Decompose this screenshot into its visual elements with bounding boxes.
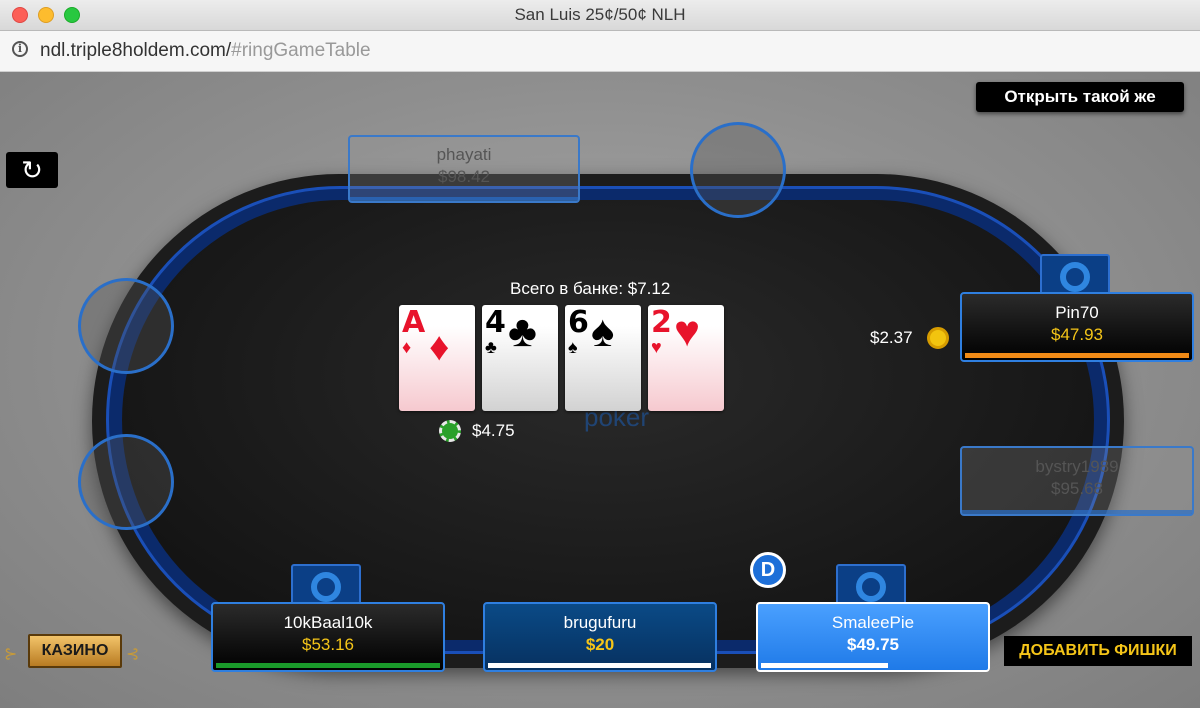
diamond-icon: ♦ — [429, 325, 450, 369]
refresh-icon[interactable]: ↻ — [6, 152, 58, 188]
chip-icon — [439, 420, 461, 442]
card-rank: A — [402, 305, 426, 340]
player-stack: $53.16 — [302, 635, 354, 654]
empty-seat-left-lower[interactable] — [78, 434, 174, 530]
player-name: bystry1989 — [1035, 457, 1119, 476]
casino-button[interactable]: КАЗИНО — [28, 634, 122, 668]
action-timer-bar — [761, 663, 888, 668]
seat-phayati[interactable]: phayati $98.42 — [348, 135, 580, 203]
empty-seat-top[interactable] — [690, 122, 786, 218]
dealer-button: D — [750, 552, 786, 588]
add-chips-button[interactable]: ДОБАВИТЬ ФИШКИ — [1004, 636, 1192, 666]
url-text[interactable]: ndl.triple8holdem.com/#ringGameTable — [40, 40, 371, 62]
url-hash: #ringGameTable — [231, 40, 371, 61]
heart-icon: ♥ — [651, 337, 662, 357]
game-area: poker Открыть такой же ↻ phayati $98.42 … — [0, 72, 1200, 708]
spade-icon: ♠ — [591, 307, 615, 356]
club-icon: ♣ — [485, 337, 497, 357]
window-titlebar: San Luis 25¢/50¢ NLH — [0, 0, 1200, 31]
seat-smaleepie[interactable]: SmaleePie $49.75 — [756, 602, 990, 672]
address-bar[interactable]: i ndl.triple8holdem.com/#ringGameTable — [0, 31, 1200, 72]
player-name: phayati — [436, 145, 492, 164]
url-host: ndl.triple8holdem.com/ — [40, 40, 232, 61]
player-stack: $47.93 — [1051, 325, 1103, 344]
player-stack: $20 — [585, 635, 615, 654]
player-name: Pin70 — [1055, 303, 1099, 322]
player-stack: $95.68 — [1051, 479, 1103, 498]
board-card: 6 ♠ ♠ — [565, 305, 641, 411]
open-same-table-button[interactable]: Открыть такой же — [976, 82, 1184, 112]
seat-10kbaal10k[interactable]: 10kBaal10k $53.16 — [211, 602, 445, 672]
board-card: 4 ♣ ♣ — [482, 305, 558, 411]
diamond-icon: ♦ — [402, 337, 412, 357]
total-pot-label: Всего в банке: $7.12 — [510, 279, 671, 298]
seat-bystry1989[interactable]: bystry1989 $95.68 — [960, 446, 1194, 516]
pot-chips-amount: $4.75 — [472, 421, 515, 440]
spade-icon: ♠ — [568, 337, 578, 357]
card-rank: 4 — [485, 305, 506, 340]
board-card: A ♦ ♦ — [399, 305, 475, 411]
player-bet-amount: $2.37 — [870, 328, 913, 347]
left-wing-ornament: ⊱ — [4, 646, 18, 663]
card-rank: 6 — [568, 305, 589, 340]
player-name: brugufuru — [563, 613, 637, 632]
seat-brugufuru[interactable]: brugufuru $20 — [483, 602, 717, 672]
player-stack: $98.42 — [438, 167, 490, 186]
chip-icon — [927, 327, 949, 349]
empty-seat-left-upper[interactable] — [78, 278, 174, 374]
action-timer-bar — [965, 353, 1189, 358]
player-name: 10kBaal10k — [283, 613, 373, 632]
player-name: SmaleePie — [831, 613, 915, 632]
card-rank: 2 — [651, 305, 672, 340]
board-card: 2 ♥ ♥ — [648, 305, 724, 411]
right-wing-ornament: ⊰ — [126, 646, 140, 663]
info-icon[interactable]: i — [12, 41, 28, 57]
heart-icon: ♥ — [674, 307, 701, 356]
club-icon: ♣ — [508, 307, 537, 356]
action-timer-bar — [488, 663, 711, 668]
player-stack: $49.75 — [847, 635, 899, 654]
seat-pin70[interactable]: Pin70 $47.93 — [960, 292, 1194, 362]
action-timer-bar — [216, 663, 440, 668]
window-title: San Luis 25¢/50¢ NLH — [514, 5, 686, 24]
